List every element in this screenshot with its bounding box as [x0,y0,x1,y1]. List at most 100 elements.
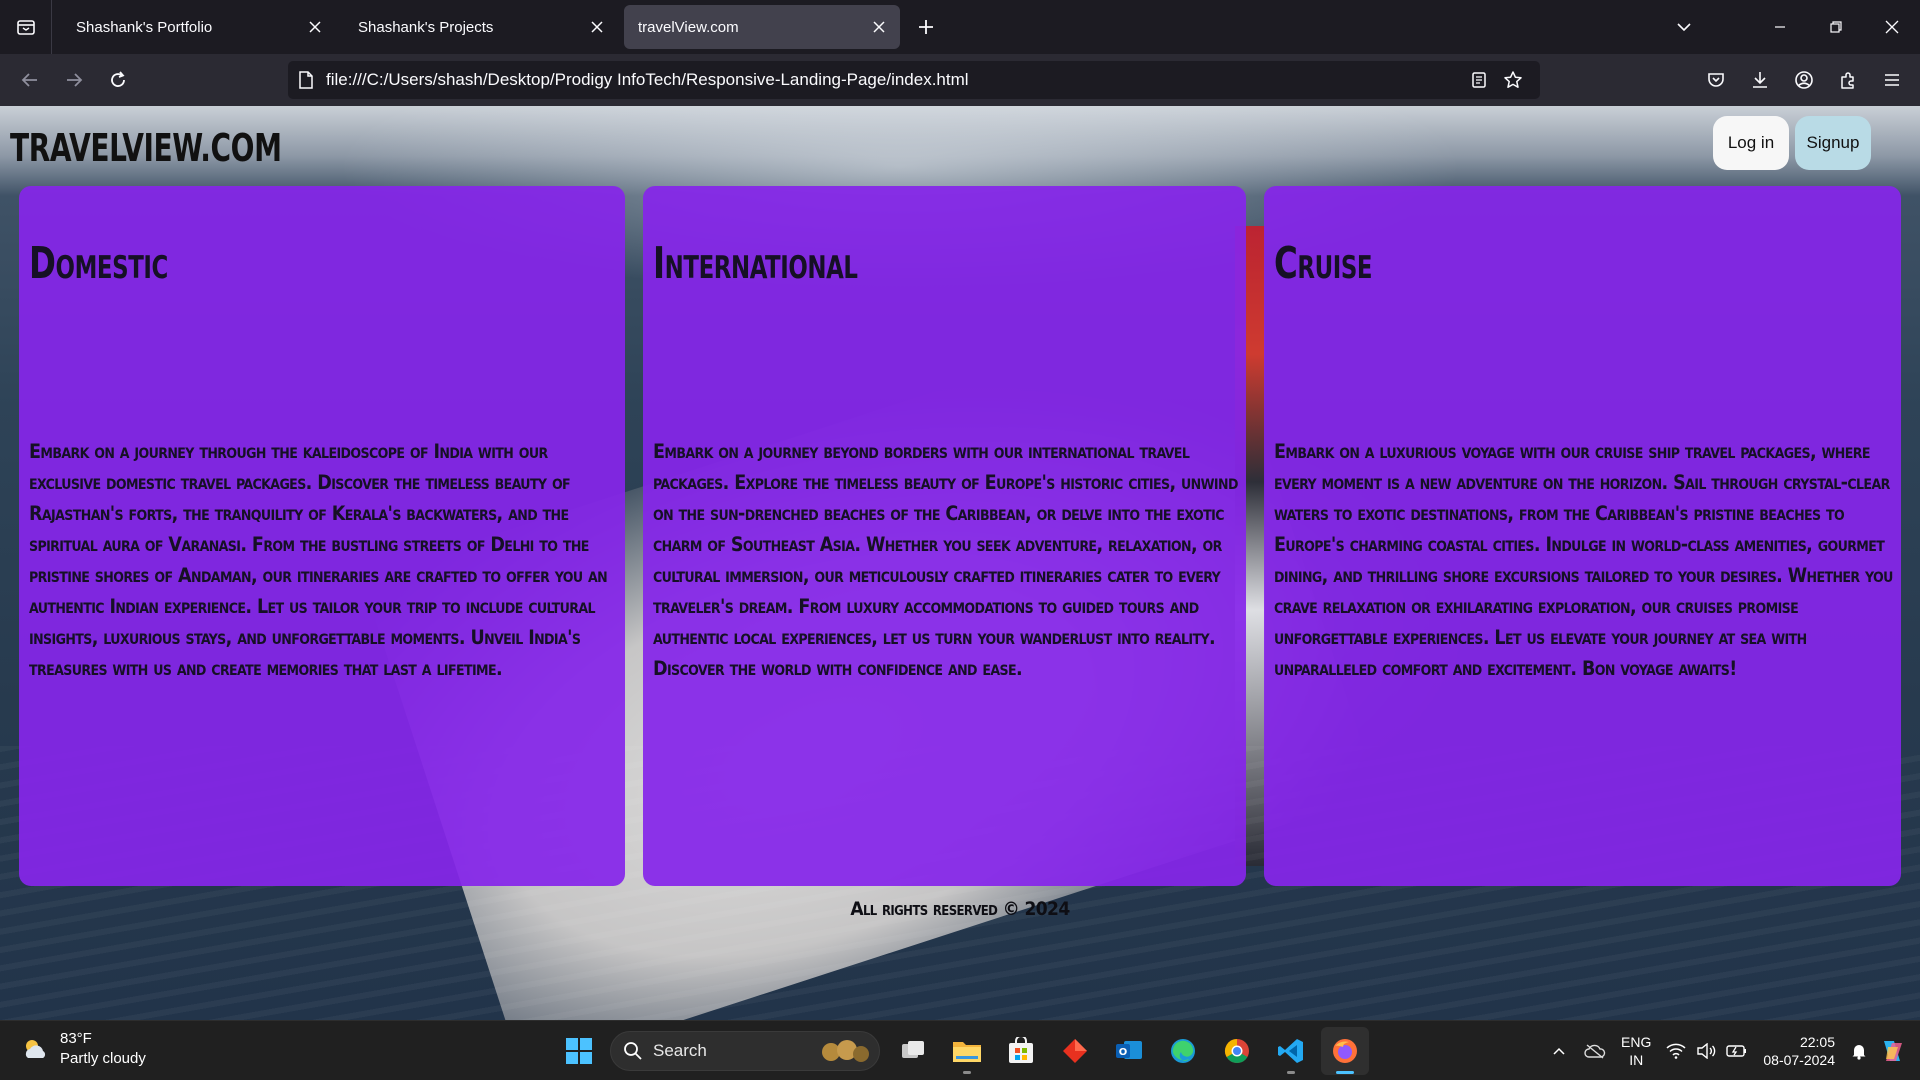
tab-projects[interactable]: Shashank's Projects [344,5,618,49]
new-tab-button[interactable] [906,7,946,47]
system-clock[interactable]: 22:05 08-07-2024 [1763,1033,1835,1069]
tab-close-icon[interactable] [304,16,326,38]
tab-portfolio[interactable]: Shashank's Portfolio [62,5,336,49]
tab-title: Shashank's Portfolio [76,18,213,36]
taskbar-vscode[interactable] [1267,1027,1315,1075]
clock-time: 22:05 [1799,1034,1835,1050]
svg-text:O: O [1119,1047,1128,1058]
bell-icon [1852,1045,1866,1060]
task-view-icon [902,1041,924,1058]
site-logo[interactable]: TRAVELVIEW.COM [10,126,282,170]
show-hidden-icons-button[interactable] [1551,1043,1567,1059]
card-title: Cruise [1274,238,1373,289]
card-description: Embark on a journey through the kaleidos… [29,440,608,680]
edge-icon [1171,1039,1195,1063]
bookmark-button[interactable] [1496,63,1530,97]
firefox-icon [1333,1039,1357,1063]
login-button[interactable]: Log in [1713,116,1789,170]
windows-taskbar: 83°F Partly cloudy Search O ENG IN 22:05… [0,1020,1920,1080]
taskbar-outlook[interactable]: O [1105,1027,1153,1075]
page-viewport: TRAVELVIEW.COM Log in Signup Domestic Em… [0,106,1920,1020]
hamburger-icon [1885,74,1899,86]
card-description: Embark on a luxurious voyage with our cr… [1274,440,1893,680]
taskbar-edge[interactable] [1159,1027,1207,1075]
tab-close-icon[interactable] [586,16,608,38]
url-text[interactable]: file:///C:/Users/shash/Desktop/Prodigy I… [326,70,1462,90]
battery-button[interactable] [1726,1043,1748,1059]
card-title: Domestic [29,238,168,289]
taskbar-red-app[interactable] [1051,1027,1099,1075]
minimize-button[interactable] [1752,0,1808,54]
close-icon [1885,20,1899,34]
active-indicator [1336,1071,1354,1074]
tab-close-icon[interactable] [868,16,890,38]
clock-date: 08-07-2024 [1763,1052,1835,1068]
forward-button[interactable] [52,62,96,98]
weather-temperature: 83°F [60,1030,92,1047]
chevron-down-icon [1677,23,1691,32]
cloud-offline-icon [1584,1044,1606,1059]
taskbar-task-view[interactable] [889,1027,937,1075]
start-button[interactable] [555,1027,603,1075]
restore-button[interactable] [1808,0,1864,54]
taskbar-microsoft-store[interactable] [997,1027,1045,1075]
vscode-icon [1278,1039,1303,1063]
downloads-button[interactable] [1738,62,1782,98]
tab-title: Shashank's Projects [358,18,494,36]
address-bar[interactable]: file:///C:/Users/shash/Desktop/Prodigy I… [288,61,1540,99]
close-window-button[interactable] [1864,0,1920,54]
reader-view-icon [1472,72,1486,88]
outlook-icon: O [1116,1041,1142,1059]
back-button[interactable] [8,62,52,98]
extensions-button[interactable] [1826,62,1870,98]
signup-button[interactable]: Signup [1795,116,1871,170]
arrow-left-icon [21,73,37,87]
reload-icon [111,71,125,87]
taskbar-file-explorer[interactable] [943,1027,991,1075]
puzzle-icon [1841,72,1854,89]
weather-description: Partly cloudy [60,1050,146,1067]
tab-list-button[interactable] [0,0,52,54]
taskbar-chrome[interactable] [1213,1027,1261,1075]
chrome-icon [1224,1039,1249,1064]
volume-button[interactable] [1696,1043,1716,1059]
battery-charging-icon [1726,1045,1747,1057]
account-icon [1795,71,1813,89]
reader-view-button[interactable] [1462,63,1496,97]
app-menu-button[interactable] [1870,62,1914,98]
network-button[interactable] [1666,1043,1686,1059]
star-icon [1504,71,1522,88]
card-cruise: Cruise Embark on a luxurious voyage with… [1264,186,1901,886]
notifications-button[interactable] [1850,1042,1868,1060]
tab-title: travelView.com [638,18,739,36]
card-title: International [653,238,858,289]
reload-button[interactable] [96,62,140,98]
minimize-icon [1775,26,1785,28]
microsoft-store-icon [1009,1037,1033,1063]
card-description: Embark on a journey beyond borders with … [653,440,1238,680]
weather-widget[interactable]: 83°F Partly cloudy [20,1029,146,1069]
pocket-icon [1708,73,1724,87]
chevron-up-icon [1553,1047,1565,1055]
list-all-tabs-button[interactable] [1656,0,1712,54]
speaker-icon [1697,1043,1716,1059]
input-language[interactable]: ENG IN [1621,1033,1651,1069]
tab-travelview[interactable]: travelView.com [624,5,900,49]
partly-cloudy-icon [25,1040,46,1058]
search-highlight-icon [822,1040,869,1062]
onedrive-button[interactable] [1584,1043,1606,1059]
wifi-icon [1666,1043,1686,1059]
account-button[interactable] [1782,62,1826,98]
windows-logo-icon [566,1038,592,1064]
running-indicator [1287,1071,1295,1074]
taskbar-firefox[interactable] [1321,1027,1369,1075]
taskbar-search[interactable]: Search [610,1031,880,1071]
card-domestic: Domestic Embark on a journey through the… [19,186,625,886]
page-footer: All rights reserved © 2024 [850,898,1070,920]
pocket-button[interactable] [1694,62,1738,98]
running-indicator [963,1071,971,1074]
search-icon [624,1042,642,1060]
copilot-button[interactable] [1878,1037,1906,1065]
download-icon [1753,72,1767,88]
arrow-right-icon [67,73,83,87]
